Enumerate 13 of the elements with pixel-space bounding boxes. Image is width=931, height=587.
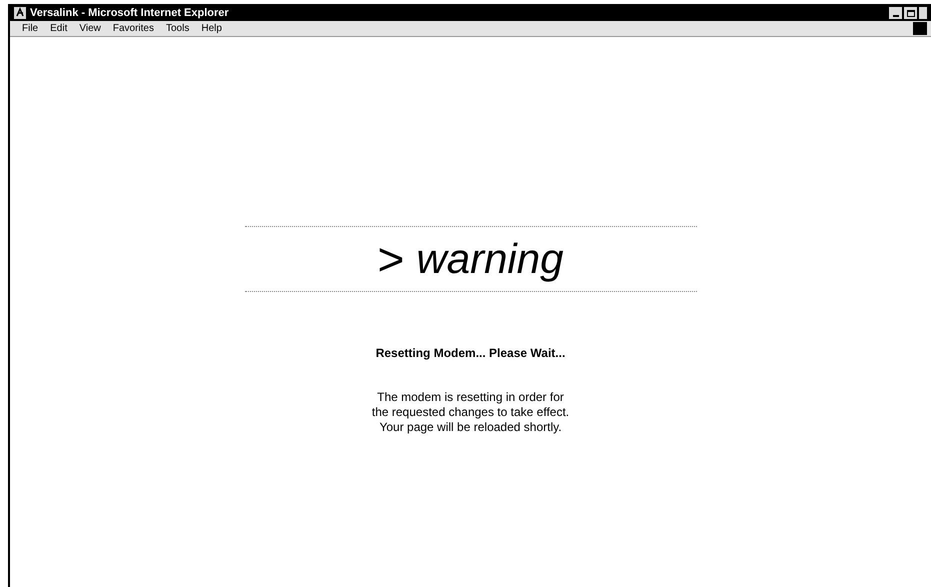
- menu-item[interactable]: Help: [201, 24, 222, 34]
- menu-item[interactable]: Favorites: [112, 24, 154, 34]
- menu-item[interactable]: View: [79, 24, 101, 34]
- warning-heading: warning: [416, 238, 564, 280]
- arrow-symbol: >: [378, 236, 404, 282]
- maximize-button[interactable]: [904, 7, 917, 19]
- menu-item[interactable]: File: [22, 24, 38, 34]
- message-text: The modem is resetting in order for the requested changes to take effect. Your page will be reloaded shortly.: [372, 390, 570, 435]
- menu-item[interactable]: Edit: [50, 24, 68, 34]
- window-title: Versalink - Microsoft Internet Explorer: [30, 8, 229, 18]
- menu-item[interactable]: Tools: [166, 24, 190, 34]
- status-text: Resetting Modem... Please Wait...: [376, 345, 566, 362]
- minimize-button[interactable]: [889, 7, 902, 19]
